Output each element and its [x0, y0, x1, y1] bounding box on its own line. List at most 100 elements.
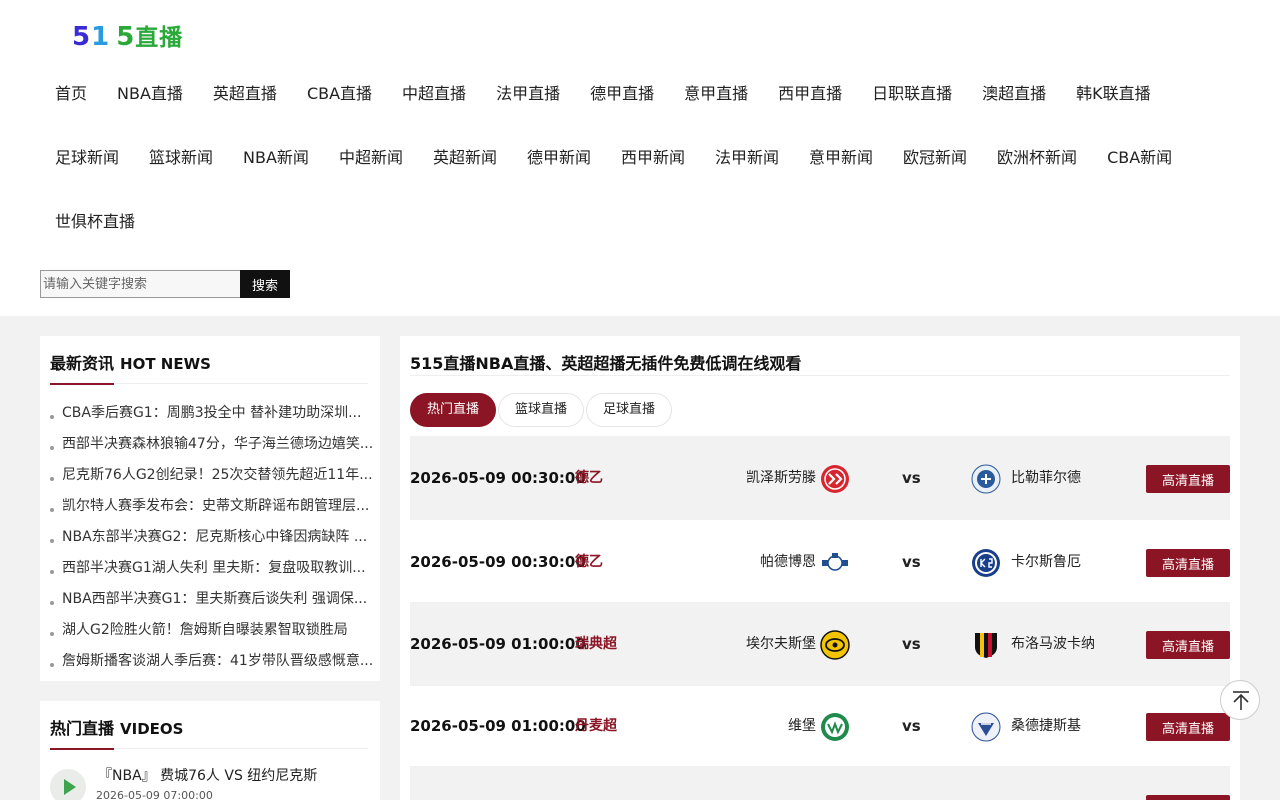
- site-logo[interactable]: 51 5直播: [72, 18, 183, 52]
- watch-live-button[interactable]: 高清直播: [1146, 549, 1230, 577]
- news-item[interactable]: 詹姆斯播客谈湖人季后赛：41岁带队晋级感慨意...: [50, 646, 375, 677]
- nav-item-epl-live[interactable]: 英超直播: [198, 80, 292, 104]
- news-item[interactable]: NBA东部半决赛G2：尼克斯核心中锋因病缺阵 ...: [50, 522, 375, 553]
- news-item[interactable]: CBA季后赛G1：周鹏3投全中 替补建功助深圳...: [50, 398, 375, 429]
- nav-item-laliga-news[interactable]: 西甲新闻: [606, 144, 700, 168]
- news-item[interactable]: 西部半决赛G1湖人失利 里夫斯：复盘吸取教训...: [50, 553, 375, 584]
- page-title: 515直播NBA直播、英超超播无插件免费低调在线观看: [410, 350, 1230, 376]
- match-row: 2026-05-09 01:00:00 瑞典超 埃尔夫斯堡 vs 布洛马波卡纳 …: [410, 602, 1230, 686]
- nav-item-laliga-live[interactable]: 西甲直播: [763, 80, 857, 104]
- nav-item-csl-live[interactable]: 中超直播: [387, 80, 481, 104]
- news-panel-header: 最新资讯 HOT NEWS: [50, 350, 368, 385]
- vs-label: vs: [902, 469, 921, 487]
- video-title[interactable]: 『NBA』 费城76人 VS 纽约尼克斯: [98, 765, 317, 785]
- search-input[interactable]: [40, 270, 240, 298]
- video-item[interactable]: 『NBA』 费城76人 VS 纽约尼克斯 2026-05-09 07:00:00: [50, 765, 370, 800]
- home-team: 凯泽斯劳滕: [746, 470, 816, 486]
- title-underline: [50, 383, 114, 385]
- home-team: 维堡: [788, 718, 816, 734]
- nav-item-cba-live[interactable]: CBA直播: [292, 80, 387, 104]
- arrow-up-icon: [1233, 691, 1249, 710]
- nav-item-bundesliga-news[interactable]: 德甲新闻: [512, 144, 606, 168]
- site-header: 51 5直播 首页 NBA直播 英超直播 CBA直播 中超直播 法甲直播 德甲直播…: [0, 0, 1280, 316]
- match-time: 2026-05-09 00:30:00: [410, 469, 586, 487]
- tab-football-live[interactable]: 足球直播: [586, 393, 673, 427]
- news-item[interactable]: 凯尔特人赛季发布会：史蒂文斯辟谣布朗管理层...: [50, 491, 375, 522]
- vs-label: vs: [902, 553, 921, 571]
- match-row: 2026-05-09 00:30:00 德乙 帕德博恩 vs 卡尔斯鲁厄 高清直…: [410, 520, 1230, 604]
- match-row: [410, 766, 1230, 800]
- away-team-logo-icon: [971, 464, 1001, 494]
- nav-item-club-world-cup-live[interactable]: 世俱杯直播: [40, 208, 150, 232]
- match-league[interactable]: 瑞典超: [575, 602, 617, 686]
- match-row: 2026-05-09 00:30:00 德乙 凯泽斯劳滕 vs 比勒菲尔德 高清…: [410, 436, 1230, 520]
- nav-row-3: 世俱杯直播: [40, 188, 1240, 252]
- news-panel-title-en: HOT NEWS: [120, 355, 211, 373]
- videos-panel-title-en: VIDEOS: [120, 720, 184, 738]
- match-time: 2026-05-09 01:00:00: [410, 717, 586, 735]
- title-underline: [50, 748, 114, 750]
- news-item[interactable]: 尼克斯76人G2创纪录！25次交替领先超近11年...: [50, 460, 375, 491]
- watch-live-button[interactable]: 高清直播: [1146, 713, 1230, 741]
- home-team-logo-icon: [820, 630, 850, 660]
- nav-item-home[interactable]: 首页: [40, 80, 102, 104]
- watch-live-button[interactable]: [1146, 795, 1230, 800]
- match-row: 2026-05-09 01:00:00 丹麦超 维堡 vs 桑德捷斯基 高清直播: [410, 684, 1230, 768]
- nav-item-nba-news[interactable]: NBA新闻: [228, 144, 324, 168]
- home-team: 帕德博恩: [760, 554, 816, 570]
- nav-item-seriea-news[interactable]: 意甲新闻: [794, 144, 888, 168]
- tab-hot-live[interactable]: 热门直播: [410, 393, 497, 427]
- nav-item-jleague-live[interactable]: 日职联直播: [857, 80, 967, 104]
- nav-item-ligue1-news[interactable]: 法甲新闻: [700, 144, 794, 168]
- tab-basketball-live[interactable]: 篮球直播: [498, 393, 585, 427]
- match-league[interactable]: 德乙: [575, 436, 603, 520]
- nav-item-epl-news[interactable]: 英超新闻: [418, 144, 512, 168]
- away-team: 卡尔斯鲁厄: [1011, 554, 1081, 570]
- away-team: 比勒菲尔德: [1011, 470, 1081, 486]
- match-time: 2026-05-09 00:30:00: [410, 553, 586, 571]
- nav-item-ucl-news[interactable]: 欧冠新闻: [888, 144, 982, 168]
- search-bar: 搜索: [40, 270, 290, 298]
- watch-live-button[interactable]: 高清直播: [1146, 631, 1230, 659]
- nav-item-seriea-live[interactable]: 意甲直播: [669, 80, 763, 104]
- play-icon[interactable]: [50, 769, 86, 800]
- vs-label: vs: [902, 717, 921, 735]
- vs-label: vs: [902, 635, 921, 653]
- match-league[interactable]: 丹麦超: [575, 684, 617, 768]
- nav-item-aleague-live[interactable]: 澳超直播: [967, 80, 1061, 104]
- home-team: 埃尔夫斯堡: [746, 636, 816, 652]
- logo-digit: 5: [72, 22, 92, 52]
- nav-item-nba-live[interactable]: NBA直播: [102, 80, 198, 104]
- news-item[interactable]: NBA西部半决赛G1：里夫斯赛后谈失利 强调保...: [50, 584, 375, 615]
- news-list: CBA季后赛G1：周鹏3投全中 替补建功助深圳... 西部半决赛森林狼输47分，…: [50, 398, 375, 677]
- away-team-logo-icon: [971, 712, 1001, 742]
- nav-row-2: 足球新闻 篮球新闻 NBA新闻 中超新闻 英超新闻 德甲新闻 西甲新闻 法甲新闻…: [40, 124, 1240, 188]
- logo-digit: 5: [116, 22, 136, 52]
- watch-live-button[interactable]: 高清直播: [1146, 465, 1230, 493]
- nav-item-euro-news[interactable]: 欧洲杯新闻: [982, 144, 1092, 168]
- nav-item-bundesliga-live[interactable]: 德甲直播: [575, 80, 669, 104]
- match-league[interactable]: 德乙: [575, 520, 603, 604]
- live-tabs: 热门直播 篮球直播 足球直播: [410, 393, 674, 427]
- logo-digit: 1: [91, 22, 111, 52]
- search-button[interactable]: 搜索: [240, 270, 290, 298]
- home-team-logo-icon: [822, 553, 848, 571]
- videos-panel-header: 热门直播 VIDEOS: [50, 715, 368, 750]
- news-item[interactable]: 湖人G2险胜火箭！詹姆斯自曝装累智取锁胜局: [50, 615, 375, 646]
- nav-item-ligue1-live[interactable]: 法甲直播: [481, 80, 575, 104]
- videos-panel: 热门直播 VIDEOS 『NBA』 费城76人 VS 纽约尼克斯 2026-05-…: [40, 701, 380, 800]
- away-team: 桑德捷斯基: [1011, 718, 1081, 734]
- home-team-logo-icon: [821, 713, 849, 741]
- news-item[interactable]: 西部半决赛森林狼输47分，华子海兰德场边嬉笑...: [50, 429, 375, 460]
- nav-item-cba-news[interactable]: CBA新闻: [1092, 144, 1187, 168]
- nav-item-csl-news[interactable]: 中超新闻: [324, 144, 418, 168]
- nav-item-kleague-live[interactable]: 韩K联直播: [1061, 80, 1166, 104]
- back-to-top-button[interactable]: [1220, 680, 1260, 720]
- nav-item-football-news[interactable]: 足球新闻: [40, 144, 134, 168]
- match-time: 2026-05-09 01:00:00: [410, 635, 586, 653]
- logo-text: 直播: [135, 25, 184, 51]
- away-team: 布洛马波卡纳: [1011, 636, 1095, 652]
- video-time: 2026-05-09 07:00:00: [96, 789, 213, 800]
- nav-item-basketball-news[interactable]: 篮球新闻: [134, 144, 228, 168]
- live-schedule-panel: 515直播NBA直播、英超超播无插件免费低调在线观看 热门直播 篮球直播 足球直…: [400, 336, 1240, 800]
